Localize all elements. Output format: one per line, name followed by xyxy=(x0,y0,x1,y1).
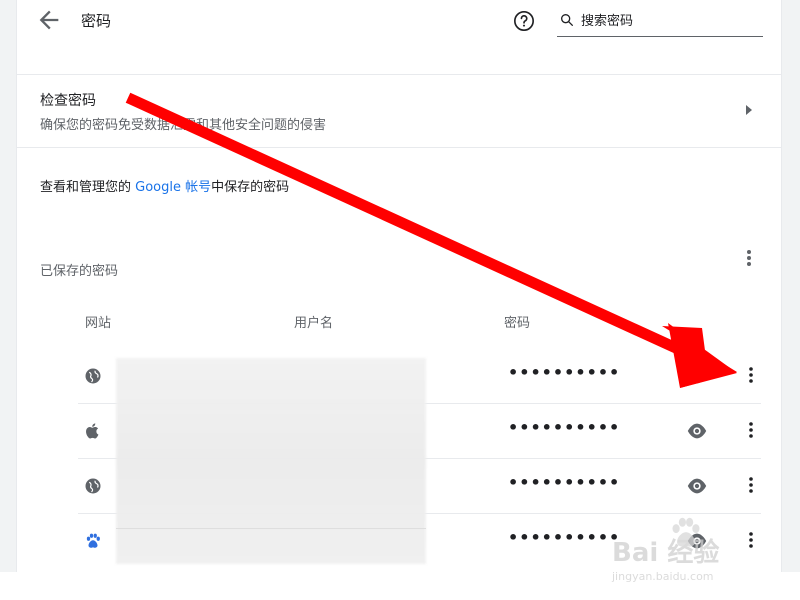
show-password-icon[interactable] xyxy=(686,422,708,440)
baidu-paw-icon xyxy=(86,533,100,548)
password-masked: •••••••••• xyxy=(508,528,621,547)
baidu-jingyan-watermark: Bai 经验 jingyan.baidu.com xyxy=(612,517,782,592)
password-masked: •••••••••• xyxy=(508,418,621,437)
help-icon[interactable] xyxy=(513,10,535,32)
google-account-link[interactable]: Google 帐号 xyxy=(135,180,211,195)
apple-icon xyxy=(86,423,99,439)
password-masked: •••••••••• xyxy=(508,363,621,382)
back-arrow-icon[interactable] xyxy=(35,6,63,34)
blurred-site-username-area xyxy=(116,358,426,564)
page-title: 密码 xyxy=(81,12,112,30)
check-passwords-subtitle: 确保您的密码免受数据泄露和其他安全问题的侵害 xyxy=(40,118,327,133)
settings-page: 密码 检查密码 确保您的密码免受数据泄露和其他安全问题的侵害 xyxy=(0,0,800,600)
check-passwords-title: 检查密码 xyxy=(40,93,96,109)
show-password-icon[interactable] xyxy=(686,367,708,385)
watermark-url: jingyan.baidu.com xyxy=(612,570,714,583)
password-masked: •••••••••• xyxy=(508,473,621,492)
manage-in-google-account: 查看和管理您的 Google 帐号中保存的密码 xyxy=(40,176,289,195)
column-header-site: 网站 xyxy=(85,316,112,331)
show-password-icon[interactable] xyxy=(686,477,708,495)
column-header-username: 用户名 xyxy=(294,316,334,331)
globe-icon xyxy=(85,368,101,384)
check-passwords-row[interactable]: 检查密码 确保您的密码免受数据泄露和其他安全问题的侵害 xyxy=(17,75,781,148)
more-actions-icon[interactable] xyxy=(746,420,756,440)
column-header-password: 密码 xyxy=(504,316,531,331)
saved-passwords-more-icon[interactable] xyxy=(739,248,759,268)
manage-prefix: 查看和管理您的 xyxy=(40,180,132,195)
more-actions-icon[interactable] xyxy=(746,365,756,385)
watermark-brand: Bai 经验 xyxy=(612,538,720,568)
globe-icon xyxy=(85,478,101,494)
search-box[interactable] xyxy=(557,8,763,37)
search-input[interactable] xyxy=(581,10,761,32)
search-icon xyxy=(561,13,573,26)
chevron-right-icon xyxy=(746,105,752,115)
saved-passwords-title: 已保存的密码 xyxy=(40,264,119,279)
more-actions-icon[interactable] xyxy=(746,475,756,495)
page-header: 密码 xyxy=(17,0,781,75)
manage-suffix: 中保存的密码 xyxy=(211,180,290,195)
blurred-divider xyxy=(116,528,426,529)
